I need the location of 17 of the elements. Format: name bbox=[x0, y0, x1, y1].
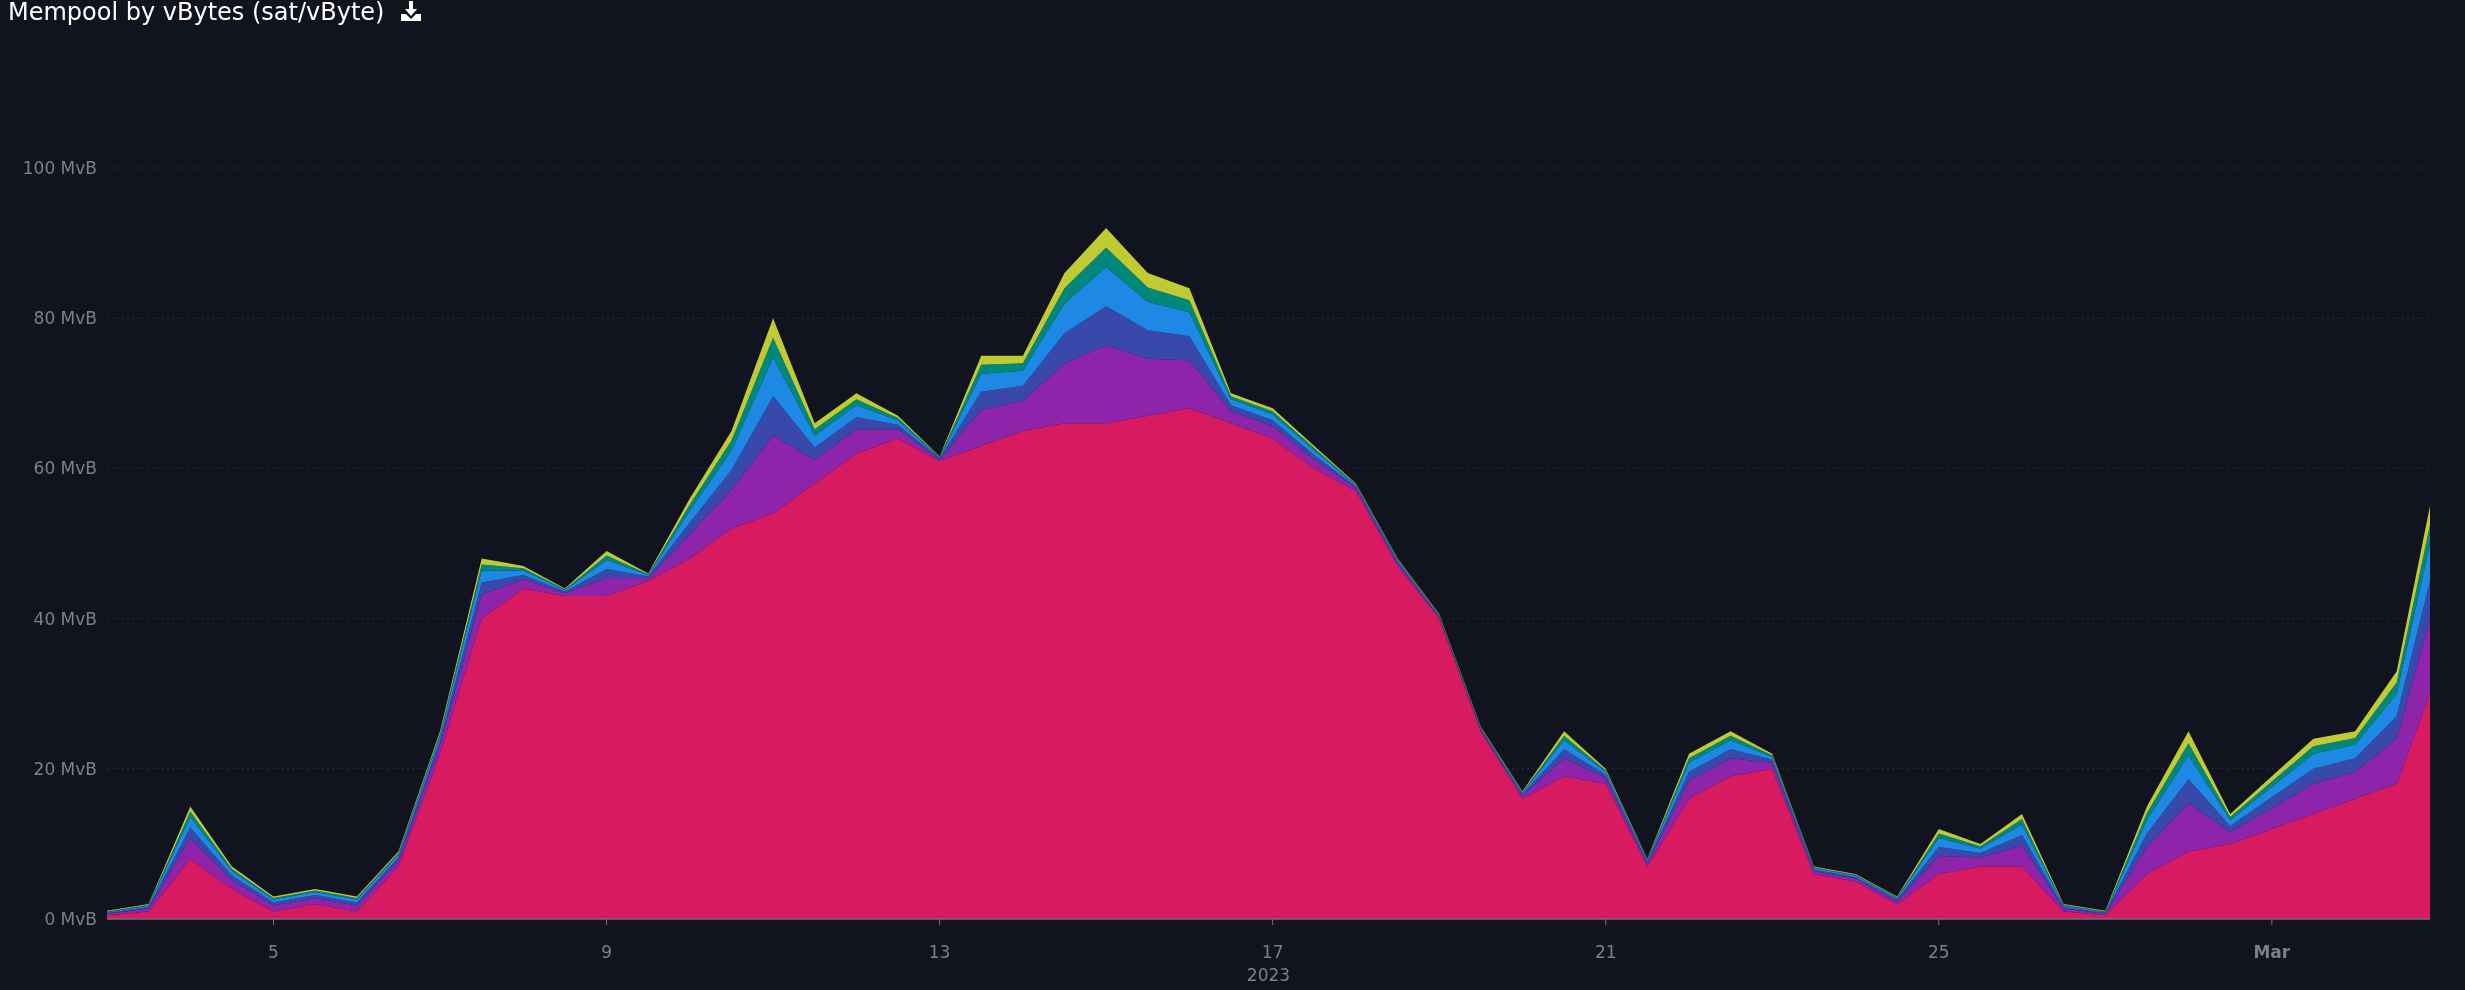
chart-title: Mempool by vBytes (sat/vByte) bbox=[8, 0, 385, 24]
download-button[interactable] bbox=[400, 0, 423, 22]
y-axis-label: 0 MvB bbox=[44, 909, 97, 929]
y-axis-label: 40 MvB bbox=[33, 608, 97, 629]
x-axis-label: 13 bbox=[928, 942, 951, 962]
x-axis-label: 21 bbox=[1594, 942, 1617, 962]
y-axis-label: 100 MvB bbox=[22, 158, 97, 178]
y-axis-label: 20 MvB bbox=[33, 758, 97, 779]
download-icon bbox=[400, 0, 423, 22]
x-axis-label: 5 bbox=[268, 942, 279, 962]
x-axis-label: 9 bbox=[601, 942, 612, 962]
y-axis-label: 80 MvB bbox=[33, 308, 97, 329]
x-axis-label: 17 bbox=[1261, 942, 1284, 962]
y-axis-label: 60 MvB bbox=[33, 458, 97, 479]
x-axis-label: Mar bbox=[2253, 942, 2291, 962]
x-axis-label: 25 bbox=[1927, 942, 1950, 962]
year-label: 2023 bbox=[1246, 965, 1291, 985]
